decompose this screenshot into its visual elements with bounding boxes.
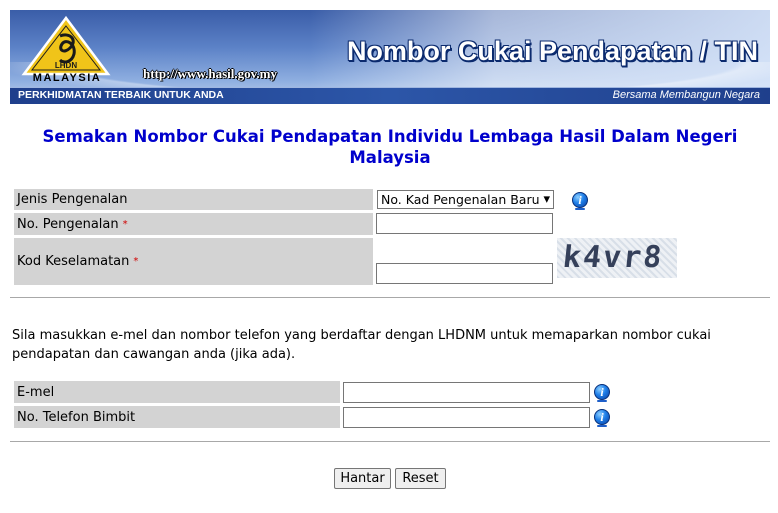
id-type-select[interactable]: No. Kad Pengenalan Baru ▾ (377, 190, 554, 209)
email-info-icon[interactable]: i (594, 384, 610, 402)
security-code-label: Kod Keselamatan * (14, 238, 373, 285)
security-code-label-text: Kod Keselamatan (17, 254, 130, 269)
id-type-info-icon[interactable]: i (572, 192, 588, 210)
id-type-label-text: Jenis Pengenalan (17, 192, 128, 207)
id-type-label: Jenis Pengenalan (14, 189, 373, 210)
phone-info-icon[interactable]: i (594, 409, 610, 427)
divider (10, 297, 770, 298)
captcha-text: k4vr8 (561, 240, 666, 275)
tagline-left: PERKHIDMATAN TERBAIK UNTUK ANDA (18, 89, 224, 101)
logo-mark-text: LHDN (55, 61, 77, 70)
phone-label-text: No. Telefon Bimbit (17, 409, 136, 425)
contact-instructions: Sila masukkan e-mel dan nombor telefon y… (12, 328, 711, 362)
email-label: E-mel (14, 381, 340, 403)
security-code-input[interactable] (376, 263, 553, 284)
reset-button[interactable]: Reset (395, 468, 446, 489)
id-number-label-text: No. Pengenalan (17, 216, 119, 232)
banner-title: Nombor Cukai Pendapatan / TIN (346, 36, 758, 66)
required-mark: * (133, 256, 139, 267)
tagline-right: Bersama Membangun Negara (612, 89, 760, 101)
id-number-input[interactable] (376, 213, 553, 234)
banner-strip: PERKHIDMATAN TERBAIK UNTUK ANDA Bersama … (10, 87, 770, 104)
header-banner: LHDN MALAYSIA http://www.hasil.gov.my No… (10, 10, 770, 104)
id-type-selected: No. Kad Pengenalan Baru (381, 192, 540, 207)
id-number-label: No. Pengenalan * (14, 213, 373, 235)
email-label-text: E-mel (17, 384, 55, 400)
page-title: Semakan Nombor Cukai Pendapatan Individu… (42, 127, 738, 167)
chevron-down-icon: ▾ (543, 192, 550, 207)
email-input[interactable] (343, 382, 590, 403)
phone-input[interactable] (343, 407, 590, 428)
required-mark: * (122, 218, 128, 230)
logo-country-text: MALAYSIA (32, 72, 102, 84)
divider (10, 441, 770, 442)
captcha-image: k4vr8 (557, 238, 677, 278)
site-url-link[interactable]: http://www.hasil.gov.my (143, 66, 277, 82)
phone-label: No. Telefon Bimbit (14, 406, 340, 428)
submit-button[interactable]: Hantar (334, 468, 391, 489)
